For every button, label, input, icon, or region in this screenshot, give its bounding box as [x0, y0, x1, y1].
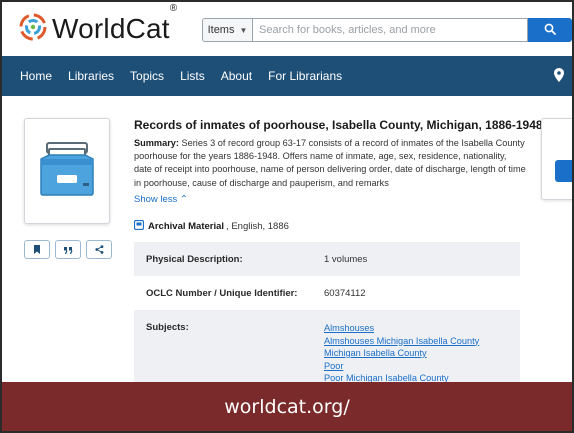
location-pin-icon[interactable] — [554, 68, 564, 87]
nav-topics[interactable]: Topics — [130, 69, 164, 83]
share-button[interactable] — [86, 240, 112, 259]
detail-label: OCLC Number / Unique Identifier: — [146, 287, 298, 299]
search-input[interactable] — [252, 18, 528, 42]
url-banner: worldcat.org/ — [2, 382, 572, 431]
table-row: Physical Description: 1 volumes — [134, 242, 520, 276]
archival-material-thumbnail — [24, 118, 110, 224]
record-format: Archival Material , English, 1886 — [133, 219, 289, 233]
search-scope-select[interactable]: Items ▼ — [202, 18, 252, 42]
worldcat-logo-icon — [18, 12, 48, 47]
subject-link[interactable]: Poor — [324, 360, 520, 373]
nav-about[interactable]: About — [221, 69, 252, 83]
format-type: Archival Material — [148, 221, 225, 232]
share-icon — [94, 241, 104, 259]
subjects-list: Almshouses Almshouses Michigan Isabella … — [324, 322, 520, 382]
subject-link[interactable]: Almshouses — [324, 322, 520, 335]
search-icon — [544, 23, 556, 38]
nav-home[interactable]: Home — [20, 69, 52, 83]
show-less-label: Show less — [134, 194, 178, 205]
cite-button[interactable] — [55, 240, 81, 259]
table-row: Subjects: Almshouses Almshouses Michigan… — [134, 310, 520, 382]
summary-label: Summary: — [134, 138, 179, 148]
subjects-label: Subjects: — [146, 322, 189, 333]
detail-value: 1 volumes — [324, 253, 368, 265]
registered-mark: ® — [169, 3, 178, 14]
availability-button[interactable] — [555, 160, 572, 182]
record-actions — [24, 240, 112, 259]
archival-material-icon — [133, 219, 145, 233]
record-details-table: Physical Description: 1 volumes OCLC Num… — [134, 242, 520, 382]
main-nav: Home Libraries Topics Lists About For Li… — [2, 56, 572, 96]
subject-link[interactable]: Michigan Isabella County — [324, 347, 520, 360]
detail-value: 60374112 — [324, 287, 366, 299]
chevron-down-icon: ▼ — [239, 25, 248, 35]
subject-link[interactable]: Almshouses Michigan Isabella County — [324, 335, 520, 348]
availability-card — [541, 118, 572, 200]
save-button[interactable] — [24, 240, 50, 259]
search-scope-label: Items — [207, 24, 235, 36]
record-content: Records of inmates of poorhouse, Isabell… — [2, 96, 572, 382]
subject-link[interactable]: Poor Michigan Isabella County — [324, 372, 520, 382]
record-title: Records of inmates of poorhouse, Isabell… — [134, 118, 543, 132]
summary-text: Series 3 of record group 63-17 consists … — [134, 138, 526, 188]
record-summary: Summary: Series 3 of record group 63-17 … — [134, 137, 526, 190]
nav-for-librarians[interactable]: For Librarians — [268, 69, 342, 83]
banner-url: worldcat.org/ — [224, 395, 350, 418]
nav-libraries[interactable]: Libraries — [68, 69, 114, 83]
top-header: WorldCat® Items ▼ — [2, 2, 572, 56]
bookmark-icon — [33, 241, 41, 259]
archive-box-icon — [37, 141, 97, 202]
nav-lists[interactable]: Lists — [180, 69, 205, 83]
format-details: , English, 1886 — [226, 221, 289, 232]
table-row: OCLC Number / Unique Identifier: 6037411… — [134, 276, 520, 310]
detail-label: Physical Description: — [146, 253, 243, 265]
search-button[interactable] — [528, 18, 572, 42]
chevron-up-icon: ⌃ — [179, 194, 188, 205]
quote-icon — [63, 241, 73, 259]
worldcat-logo[interactable]: WorldCat® — [18, 3, 178, 47]
brand-name: WorldCat® — [52, 3, 178, 44]
search-bar: Items ▼ — [202, 18, 572, 42]
show-less-link[interactable]: Show less ⌃ — [134, 194, 188, 205]
